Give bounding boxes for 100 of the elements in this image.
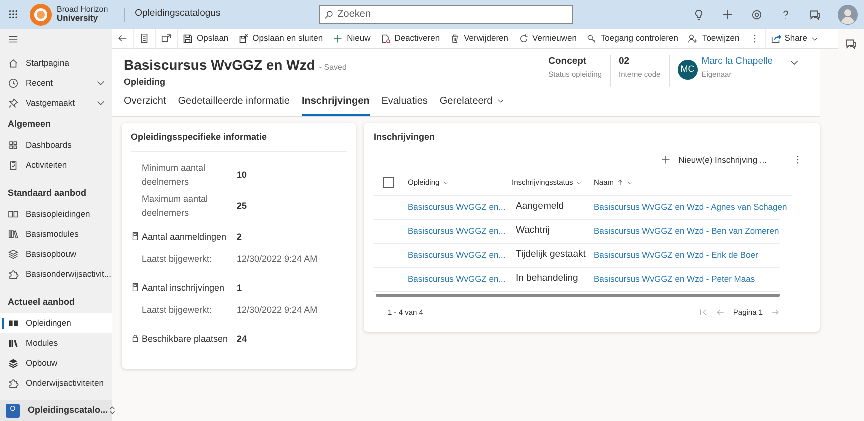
nav-item[interactable]: Opleidingen <box>0 313 112 333</box>
card-title: Inschrijvingen <box>374 130 436 144</box>
chevron-icon <box>627 180 634 186</box>
pin-icon <box>8 98 19 108</box>
nav-item[interactable]: Opbouw <box>0 353 112 373</box>
chat-icon[interactable] <box>845 38 857 50</box>
books-icon <box>8 338 19 348</box>
field-value: 10 <box>237 168 248 182</box>
nav-item[interactable]: Onderwijsactiviteiten <box>0 373 112 393</box>
sort-arrow-icon <box>617 179 624 186</box>
owner-link[interactable]: Marc la Chapelle <box>702 55 773 70</box>
key-icon <box>586 34 597 44</box>
record-link[interactable]: Basiscursus WvGGZ en... <box>408 273 512 286</box>
toolbar-button[interactable]: Deactiveren <box>376 29 446 48</box>
record-link[interactable]: Basiscursus WvGGZ en... <box>408 225 512 238</box>
entity-name: Opleiding <box>124 76 166 89</box>
toolbar-button[interactable]: Nieuw <box>328 29 376 48</box>
settings-icon[interactable] <box>751 8 763 20</box>
new-button[interactable]: Nieuw(e) Inschrijving ... <box>656 150 772 170</box>
lock-icon <box>131 334 140 343</box>
updated-label: Laatst bijgewerkt: <box>142 304 214 317</box>
toolbar-button[interactable]: Opslaan en sluiten <box>234 29 328 48</box>
record-link[interactable]: Basiscursus WvGGZ en... <box>408 201 512 214</box>
tab[interactable]: Inschrijvingen <box>302 94 370 116</box>
tab[interactable]: Overzicht <box>124 94 166 116</box>
toolbar-button[interactable]: Vernieuwen <box>514 29 582 48</box>
dashboard-icon <box>8 140 19 150</box>
layers-icon <box>8 248 19 260</box>
field-label: Minimum aantal deelnemers <box>142 162 207 188</box>
select-all-checkbox[interactable] <box>383 177 394 188</box>
toolbar-button[interactable]: Opslaan <box>178 29 234 48</box>
back-icon <box>117 33 128 44</box>
field-label: Maximum aantal deelnemers <box>142 193 210 220</box>
search-field[interactable]: Zoeken <box>318 5 573 24</box>
add-icon[interactable] <box>722 8 734 20</box>
share-icon <box>770 33 782 44</box>
section-heading: Standaard aanbod <box>7 187 88 200</box>
record-link[interactable]: Basiscursus WvGGZ en... <box>408 249 512 262</box>
field-value: 2 <box>237 230 242 244</box>
popout-icon <box>161 33 172 44</box>
nav-item[interactable]: Basisopleidingen <box>0 204 112 224</box>
field-value: 02 <box>619 55 631 69</box>
assign-icon <box>688 34 698 44</box>
books-icon <box>8 228 19 240</box>
trash-icon <box>450 34 460 44</box>
updated-time: 12/30/2022 9:24 AM <box>237 304 318 317</box>
toolbar-button[interactable]: Toewijzen <box>683 29 745 48</box>
nav-item[interactable]: Modules <box>0 333 112 353</box>
deactivate-icon <box>380 34 391 44</box>
calculator-icon <box>131 232 140 241</box>
tab[interactable]: Evaluaties <box>382 94 428 116</box>
nav-item[interactable]: Basismodules <box>0 224 112 244</box>
updated-time: 12/30/2022 9:24 AM <box>237 253 318 266</box>
idea-icon[interactable] <box>693 8 705 20</box>
menu-icon[interactable] <box>8 34 19 44</box>
app-launcher-icon[interactable] <box>9 10 19 20</box>
chat-icon[interactable] <box>809 8 821 20</box>
nav-item[interactable]: Basisonderwijsactivit... <box>0 264 112 284</box>
section-heading: Algemeen <box>7 118 52 132</box>
nav-item[interactable]: Vastgemaakt <box>0 93 112 113</box>
field-label: Aantal aanmeldingen <box>142 230 227 244</box>
logo-icon <box>29 2 53 26</box>
record-link[interactable]: Basiscursus WvGGZ en Wzd - Peter Maas <box>594 273 756 286</box>
layers-icon <box>8 358 19 368</box>
field-value: 25 <box>237 200 248 213</box>
field-value: 24 <box>237 332 248 346</box>
scrollbar[interactable] <box>376 294 780 297</box>
table-cell-text: Wachtrij <box>515 224 551 238</box>
book-icon <box>8 208 19 220</box>
search-icon <box>324 10 334 20</box>
app-name[interactable]: Opleidingscatalogus <box>135 7 221 22</box>
calculator-icon <box>131 282 140 292</box>
table-cell-text: Aangemeld <box>515 200 566 214</box>
puzzle-icon <box>8 378 19 388</box>
field-value: Concept <box>548 55 588 69</box>
updated-label: Laatst bijgewerkt: <box>142 253 214 266</box>
record-link[interactable]: Basiscursus WvGGZ en Wzd - Erik de Boer <box>594 249 758 262</box>
refresh-icon <box>518 34 528 44</box>
table-cell-text: In behandeling <box>515 272 580 286</box>
nav-item[interactable]: Basisopbouw <box>0 244 112 264</box>
record-title: Basiscursus WvGGZ en Wzd <box>124 56 316 75</box>
table-cell-text: Tijdelijk gestaakt <box>515 248 587 262</box>
org-subtitle: University <box>57 14 100 23</box>
tab[interactable]: Gerelateerd <box>440 94 505 116</box>
tab[interactable]: Gedetailleerde informatie <box>178 94 290 116</box>
chevron-icon <box>576 180 582 186</box>
nav-item[interactable]: Recent <box>0 73 112 93</box>
toolbar-button[interactable]: Verwijderen <box>445 29 514 48</box>
clock-icon <box>8 78 19 88</box>
card-title: Opleidingsspecifieke informatie <box>131 130 347 152</box>
nav-item[interactable]: Startpagina <box>0 53 112 73</box>
home-icon <box>8 58 19 68</box>
nav-item[interactable]: Dashboards <box>0 135 112 155</box>
owner-avatar: MC <box>678 60 698 80</box>
nav-item[interactable]: Activiteiten <box>0 155 112 175</box>
field-value: 1 <box>237 282 242 295</box>
chevron-icon <box>496 97 505 105</box>
record-link[interactable]: Basiscursus WvGGZ en Wzd - Agnes van Schagen <box>594 201 788 214</box>
record-link[interactable]: Basiscursus WvGGZ en Wzd - Ben van Zomeren <box>594 225 780 238</box>
toolbar-button[interactable]: Toegang controleren <box>582 29 684 48</box>
